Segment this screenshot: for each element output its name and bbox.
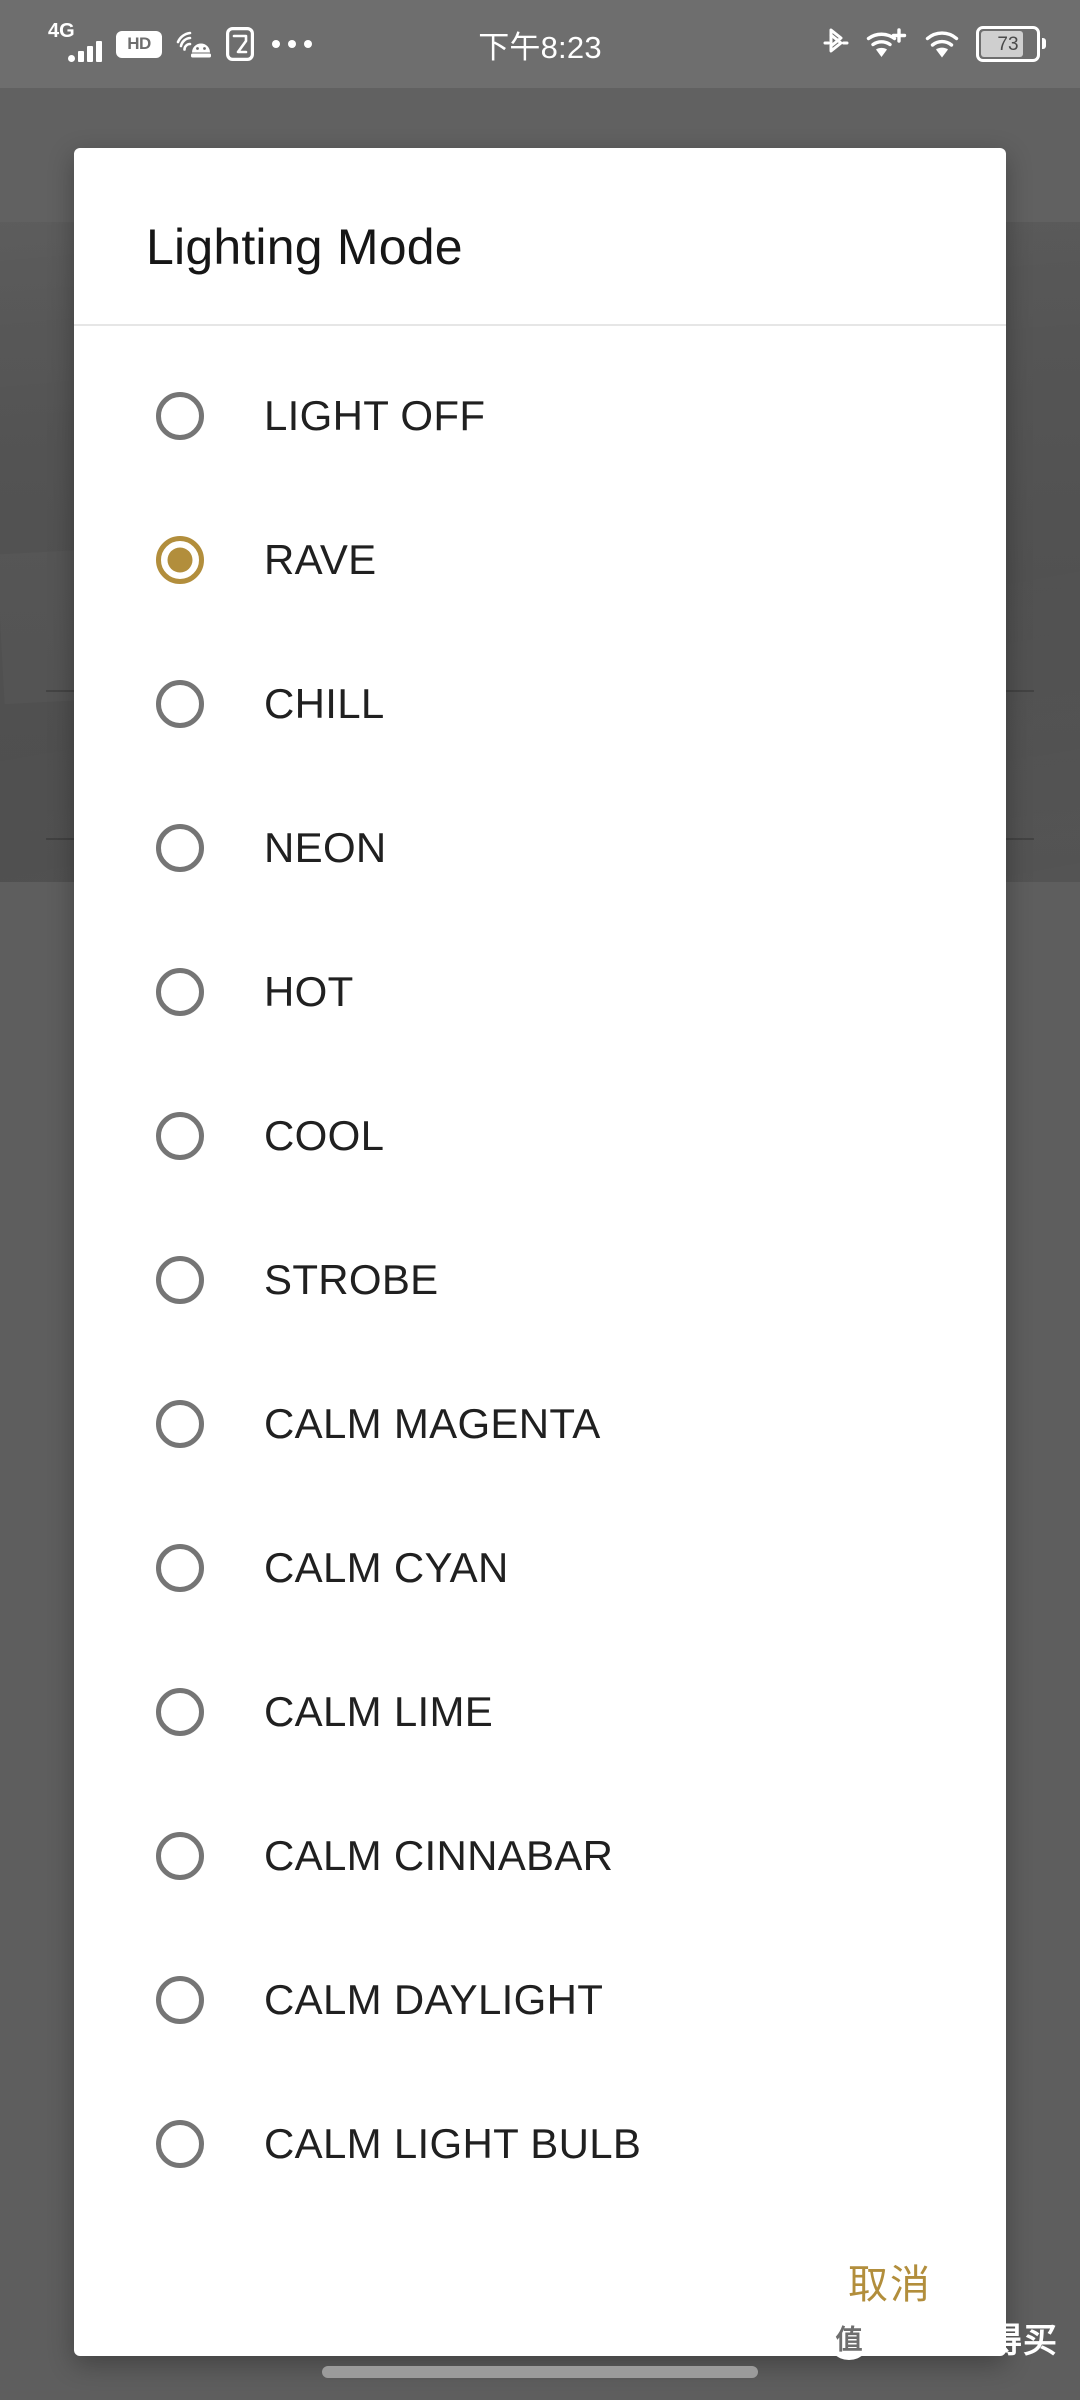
lighting-mode-option-label: NEON bbox=[264, 823, 387, 871]
radio-unselected-icon[interactable] bbox=[156, 1543, 204, 1592]
radio-unselected-icon[interactable] bbox=[156, 967, 204, 1016]
radio-unselected-icon[interactable] bbox=[156, 1255, 204, 1304]
watermark-label: 什么值得买 bbox=[883, 2322, 1058, 2360]
watermark: 值 什么值得买 bbox=[827, 2313, 1058, 2362]
lighting-mode-option[interactable]: STROBE bbox=[74, 1208, 1006, 1352]
wifi-icon bbox=[925, 27, 959, 61]
radio-unselected-icon[interactable] bbox=[156, 2119, 204, 2168]
dialog-title: Lighting Mode bbox=[146, 219, 463, 275]
cancel-button[interactable]: 取消 bbox=[830, 2238, 950, 2324]
lighting-mode-dialog: Lighting Mode LIGHT OFF RAVE CHILL NEON HOT C… bbox=[74, 148, 1006, 2356]
lighting-mode-option[interactable]: CALM DAYLIGHT bbox=[74, 1928, 1006, 2072]
wifi-plus-icon bbox=[866, 27, 908, 61]
home-indicator[interactable] bbox=[322, 2366, 758, 2378]
watermark-logo-icon: 值 bbox=[827, 2315, 871, 2360]
lighting-mode-option-label: CALM LIGHT BULB bbox=[264, 2119, 642, 2167]
lighting-mode-option-label: COOL bbox=[264, 1111, 385, 1159]
radio-unselected-icon[interactable] bbox=[156, 1831, 204, 1880]
phone-screen: 4G HD 下午8:23 73 Lighting Mode LIGHT OFF … bbox=[0, 0, 1080, 2400]
lighting-mode-option-label: CALM CYAN bbox=[264, 1543, 509, 1591]
lighting-mode-option[interactable]: LIGHT OFF bbox=[74, 344, 1006, 488]
lighting-mode-option[interactable]: CALM CYAN bbox=[74, 1496, 1006, 1640]
battery-percent-label: 73 bbox=[997, 33, 1019, 55]
radio-unselected-icon[interactable] bbox=[156, 679, 204, 728]
lighting-mode-option-label: LIGHT OFF bbox=[264, 391, 486, 439]
lighting-mode-option[interactable]: CALM LIME bbox=[74, 1640, 1006, 1784]
lighting-mode-option[interactable]: CALM LIGHT BULB bbox=[74, 2072, 1006, 2206]
lighting-mode-option-label: CHILL bbox=[264, 679, 385, 727]
status-bar: 4G HD 下午8:23 73 bbox=[0, 0, 1080, 88]
lighting-mode-option[interactable]: CHILL bbox=[74, 632, 1006, 776]
radio-unselected-icon[interactable] bbox=[156, 823, 204, 872]
lighting-mode-option[interactable]: CALM MAGENTA bbox=[74, 1352, 1006, 1496]
lighting-mode-option-label: CALM DAYLIGHT bbox=[264, 1975, 604, 2023]
radio-unselected-icon[interactable] bbox=[156, 1975, 204, 2024]
radio-selected-icon[interactable] bbox=[156, 535, 204, 584]
radio-unselected-icon[interactable] bbox=[156, 1687, 204, 1736]
radio-unselected-icon[interactable] bbox=[156, 1111, 204, 1160]
lighting-mode-option-list[interactable]: LIGHT OFF RAVE CHILL NEON HOT COOL STROBE CALM … bbox=[74, 326, 1006, 2206]
lighting-mode-option-label: CALM LIME bbox=[264, 1687, 494, 1735]
lighting-mode-option-label: HOT bbox=[264, 967, 354, 1015]
lighting-mode-option[interactable]: COOL bbox=[74, 1064, 1006, 1208]
lighting-mode-option-label: CALM MAGENTA bbox=[264, 1399, 601, 1447]
status-bar-right: 73 bbox=[823, 0, 1046, 88]
radio-unselected-icon[interactable] bbox=[156, 1399, 204, 1448]
lighting-mode-option[interactable]: HOT bbox=[74, 920, 1006, 1064]
status-bar-clock: 下午8:23 bbox=[478, 29, 602, 65]
lighting-mode-option[interactable]: CALM CINNABAR bbox=[74, 1784, 1006, 1928]
lighting-mode-option-label: RAVE bbox=[264, 535, 377, 583]
radio-unselected-icon[interactable] bbox=[156, 391, 204, 440]
lighting-mode-option[interactable]: NEON bbox=[74, 776, 1006, 920]
battery-icon: 73 bbox=[976, 26, 1046, 62]
lighting-mode-option-label: STROBE bbox=[264, 1255, 439, 1303]
lighting-mode-option-label: CALM CINNABAR bbox=[264, 1831, 614, 1879]
bluetooth-icon bbox=[823, 26, 849, 62]
lighting-mode-option[interactable]: RAVE bbox=[74, 488, 1006, 632]
